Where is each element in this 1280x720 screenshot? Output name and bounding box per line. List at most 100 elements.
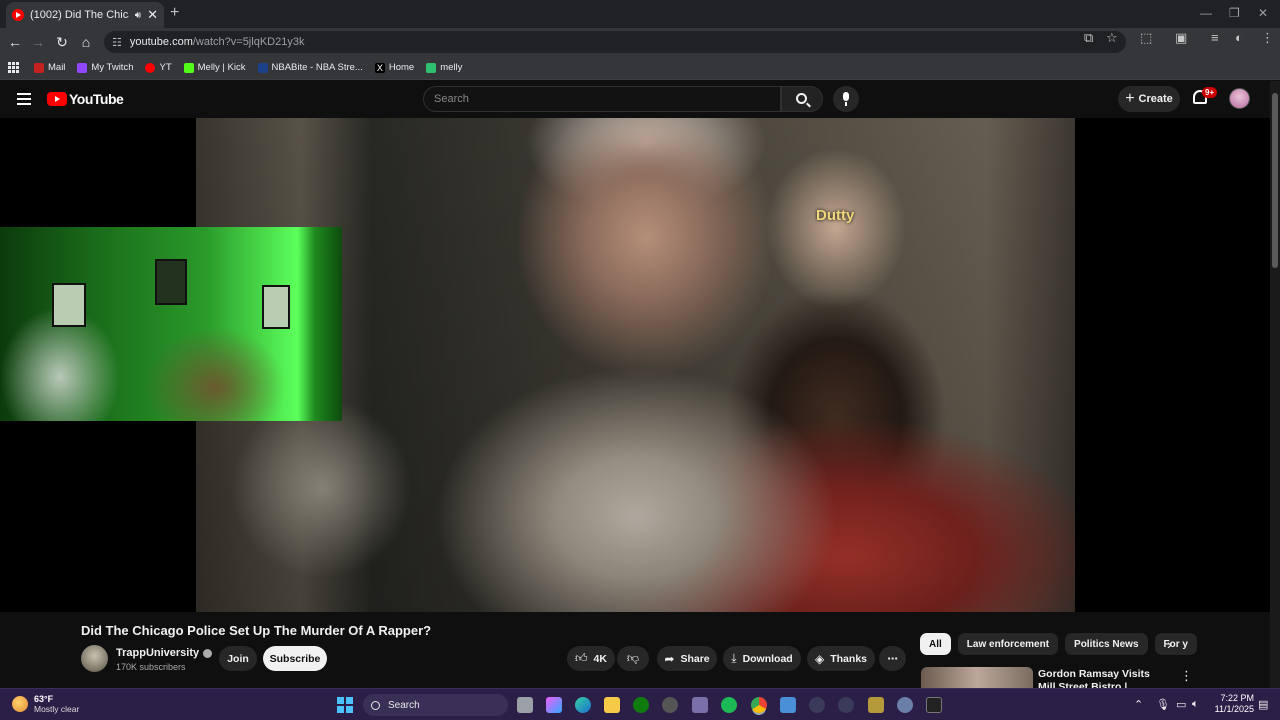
profile-icon[interactable]: ◐ bbox=[1235, 30, 1243, 45]
recommendation-thumbnail[interactable] bbox=[921, 667, 1033, 689]
apps-grid-icon[interactable] bbox=[8, 61, 20, 74]
task-view-icon[interactable] bbox=[517, 697, 533, 713]
bookmark-melly-kick[interactable]: Melly | Kick bbox=[183, 62, 246, 73]
search-icon bbox=[371, 700, 380, 710]
chip-all[interactable]: All bbox=[920, 633, 951, 655]
system-clock[interactable]: 7:22 PM 11/1/2025 bbox=[1210, 693, 1254, 715]
reload-icon[interactable]: ↻ bbox=[52, 32, 72, 52]
copilot-icon[interactable] bbox=[546, 697, 562, 713]
app-icon[interactable] bbox=[838, 697, 854, 713]
spotify-icon[interactable] bbox=[721, 697, 737, 713]
x-icon: X bbox=[374, 62, 385, 73]
bookmark-home[interactable]: X Home bbox=[374, 62, 414, 73]
photos-icon[interactable] bbox=[780, 697, 796, 713]
microphone-icon bbox=[843, 92, 849, 106]
voice-search-button[interactable] bbox=[833, 86, 859, 112]
mail-icon bbox=[34, 62, 44, 73]
tab-search-icon[interactable]: ▣ bbox=[1175, 30, 1187, 46]
edge-icon[interactable] bbox=[575, 697, 591, 713]
forward-icon[interactable]: → bbox=[28, 32, 48, 52]
join-button[interactable]: Join bbox=[219, 646, 257, 671]
weather-widget[interactable]: 63°F Mostly clear bbox=[12, 694, 79, 714]
tray-mic-icon[interactable]: 🎙︎ bbox=[1156, 698, 1170, 711]
settings-icon[interactable] bbox=[897, 697, 913, 713]
scrollbar-thumb[interactable] bbox=[1272, 93, 1278, 268]
taskbar-search[interactable]: Search bbox=[363, 694, 508, 716]
close-tab-icon[interactable]: ✕ bbox=[147, 7, 158, 23]
search-button[interactable] bbox=[781, 86, 823, 112]
more-actions-button[interactable]: ⋯ bbox=[879, 646, 906, 671]
browser-menu-icon[interactable]: ⋮ bbox=[1261, 30, 1274, 46]
create-button[interactable]: + Create bbox=[1118, 86, 1180, 112]
search-input[interactable]: Search bbox=[423, 86, 781, 112]
wall-poster bbox=[155, 259, 187, 305]
network-icon[interactable]: ▭ bbox=[1176, 698, 1186, 711]
store-icon[interactable] bbox=[692, 697, 708, 713]
download-button[interactable]: ⤓ Download bbox=[723, 646, 801, 671]
dislike-button[interactable]: 👎︎ bbox=[617, 646, 649, 671]
browser-tab-youtube[interactable]: (1002) Did The Chicago Poli 🔊︎ ✕ bbox=[6, 2, 164, 28]
back-icon[interactable]: ← bbox=[5, 32, 25, 52]
thumbs-up-icon: 👍︎ bbox=[575, 651, 588, 665]
chip-politics-news[interactable]: Politics News bbox=[1065, 633, 1148, 655]
extensions-icon[interactable]: ⬚ bbox=[1140, 30, 1152, 46]
bookmark-my-twitch[interactable]: My Twitch bbox=[77, 62, 133, 73]
recommendation-title[interactable]: Gordon Ramsay Visits Mill Street Bistro … bbox=[1038, 668, 1168, 688]
bookmark-nbabite[interactable]: NBABite - NBA Stre... bbox=[257, 62, 363, 73]
minimize-icon[interactable]: — bbox=[1200, 6, 1212, 20]
restore-icon[interactable]: ❐ bbox=[1229, 6, 1240, 20]
channel-avatar[interactable] bbox=[81, 645, 108, 672]
volume-icon[interactable]: 🔈︎ bbox=[1192, 698, 1199, 711]
windows-taskbar: 63°F Mostly clear Search ⌃ 🎙︎ ▭ 🔈︎ 7:22 … bbox=[0, 688, 1280, 720]
like-button[interactable]: 👍︎ 4K bbox=[567, 646, 615, 671]
share-button[interactable]: ➦ Share bbox=[657, 646, 717, 671]
hamburger-menu-icon[interactable] bbox=[17, 93, 31, 105]
xbox-icon[interactable] bbox=[633, 697, 649, 713]
home-icon[interactable]: ⌂ bbox=[76, 32, 96, 52]
bookmark-yt[interactable]: YT bbox=[145, 62, 172, 73]
tray-overflow-icon[interactable]: ⌃ bbox=[1134, 698, 1143, 711]
bookmark-melly[interactable]: melly bbox=[426, 62, 462, 73]
verified-check-icon bbox=[203, 648, 213, 658]
chip-for-you[interactable]: For y bbox=[1154, 633, 1197, 655]
wall-poster bbox=[262, 285, 290, 329]
notification-badge: 9+ bbox=[1202, 87, 1218, 98]
subscribe-button[interactable]: Subscribe bbox=[263, 646, 327, 671]
chip-law-enforcement[interactable]: Law enforcement bbox=[957, 633, 1059, 655]
channel-name[interactable]: TrappUniversity bbox=[116, 647, 213, 659]
windows-start-icon[interactable] bbox=[337, 697, 353, 713]
address-bar[interactable]: ☷ youtube.com /watch?v=5jlqKD21y3k bbox=[104, 31, 1126, 53]
new-tab-button[interactable]: + bbox=[170, 4, 179, 22]
chrome-icon[interactable] bbox=[751, 697, 767, 713]
youtube-play-icon bbox=[47, 92, 67, 106]
youtube-favicon-icon bbox=[12, 9, 24, 21]
app-icon[interactable] bbox=[868, 697, 884, 713]
bookmarks-bar: Mail My Twitch YT Melly | Kick NBABite -… bbox=[0, 56, 1280, 80]
account-avatar[interactable] bbox=[1229, 88, 1250, 109]
download-icon: ⤓ bbox=[731, 651, 737, 665]
browser-toolbar: ← → ↻ ⌂ ☷ youtube.com /watch?v=5jlqKD21y… bbox=[0, 28, 1280, 56]
speaker-icon[interactable]: 🔊︎ bbox=[135, 10, 141, 21]
site-info-icon[interactable]: ☷ bbox=[112, 36, 122, 49]
notification-center-icon[interactable]: ▤ bbox=[1258, 698, 1268, 711]
bookmark-star-icon[interactable]: ☆ bbox=[1106, 30, 1118, 46]
youtube-logo[interactable]: YouTube bbox=[47, 91, 124, 107]
subscriber-count: 170K subscribers bbox=[116, 662, 186, 672]
url-host: youtube.com bbox=[129, 36, 193, 48]
page-scrollbar[interactable] bbox=[1270, 81, 1280, 688]
recommendation-more-icon[interactable]: ⋮ bbox=[1180, 668, 1193, 684]
media-controls-icon[interactable]: ≡ bbox=[1211, 30, 1219, 45]
bookmark-mail[interactable]: Mail bbox=[34, 62, 65, 73]
close-window-icon[interactable]: ✕ bbox=[1258, 6, 1268, 20]
file-explorer-icon[interactable] bbox=[604, 697, 620, 713]
epic-games-icon[interactable] bbox=[926, 697, 942, 713]
video-title: Did The Chicago Police Set Up The Murder… bbox=[81, 623, 432, 638]
thanks-icon: ◈ bbox=[815, 651, 825, 666]
tab-title: (1002) Did The Chicago Poli bbox=[30, 9, 129, 21]
thanks-button[interactable]: ◈ Thanks bbox=[807, 646, 875, 671]
steam-icon[interactable] bbox=[662, 697, 678, 713]
install-app-icon[interactable]: ⧉ bbox=[1084, 30, 1093, 46]
media-player-icon[interactable] bbox=[809, 697, 825, 713]
wall-poster bbox=[52, 283, 86, 327]
chevron-right-icon[interactable]: › bbox=[1167, 636, 1172, 652]
